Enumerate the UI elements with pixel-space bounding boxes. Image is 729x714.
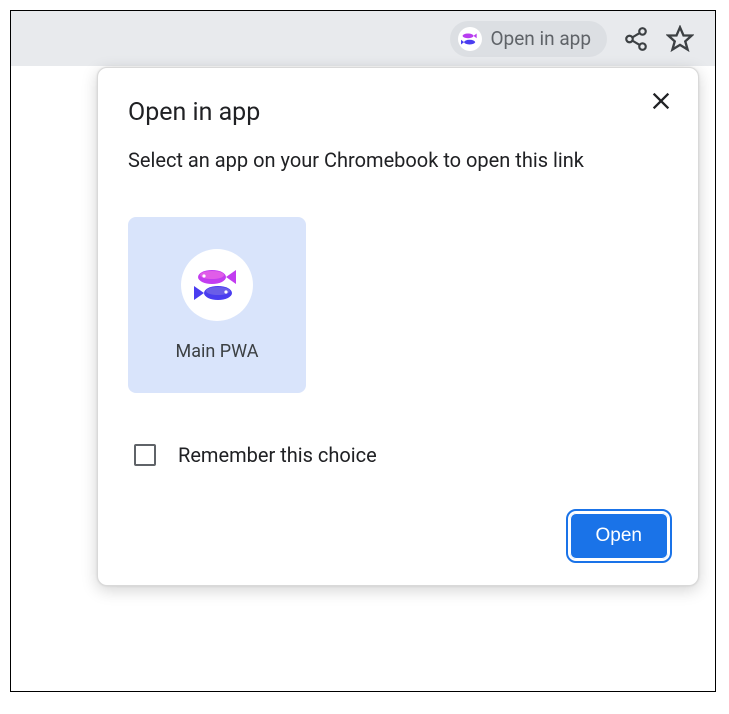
chip-app-icon [458,27,482,51]
app-icon [181,249,253,321]
app-label: Main PWA [176,341,259,362]
remember-checkbox[interactable] [134,444,156,466]
share-icon[interactable] [621,24,651,54]
chip-label: Open in app [490,27,591,50]
open-in-app-chip[interactable]: Open in app [450,21,607,57]
remember-label: Remember this choice [178,443,377,467]
dialog-title: Open in app [128,98,668,127]
close-icon [650,90,672,112]
star-icon[interactable] [665,24,695,54]
dialog-description: Select an app on your Chromebook to open… [128,145,668,175]
fish-icon [461,31,479,47]
dialog-footer: Open [128,513,668,559]
close-button[interactable] [646,86,676,116]
open-button[interactable]: Open [570,513,668,559]
remember-choice-row: Remember this choice [134,443,668,467]
browser-toolbar: Open in app [11,11,715,67]
fish-icon [194,265,240,305]
app-option-main-pwa[interactable]: Main PWA [128,217,306,393]
open-in-app-dialog: Open in app Select an app on your Chrome… [97,67,699,586]
